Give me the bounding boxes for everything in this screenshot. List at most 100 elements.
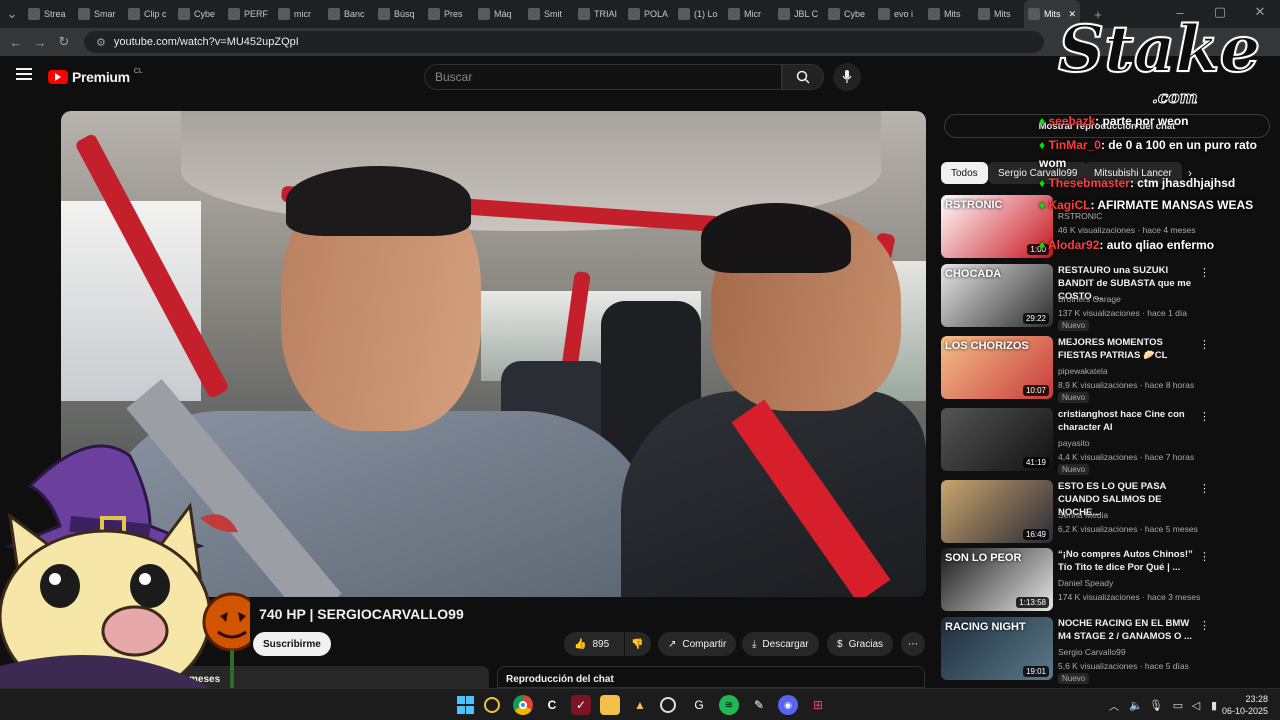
tab-search-icon[interactable]: ⌄ [0,2,24,26]
browser-tab[interactable]: micr [274,0,324,28]
more-options-icon[interactable]: ⋮ [1199,550,1210,563]
recommended-video[interactable]: RACING NIGHT 19:01 NOCHE RACING EN EL BMW … [941,617,1271,684]
channel-name[interactable]: pipewakatela [1058,366,1108,376]
app-icon[interactable]: ✓ [571,695,591,715]
video-thumbnail[interactable]: 16:49 [941,480,1053,543]
video-duration: 16:49 [1022,529,1049,540]
browser-tab[interactable]: Banc [324,0,374,28]
video-thumbnail[interactable]: RSTRONIC 1:00 [941,195,1053,258]
browser-tab[interactable]: Cybe [174,0,224,28]
speaker-tray-icon[interactable]: ◁ [1186,695,1206,715]
ccleaner-icon[interactable]: C [542,695,562,715]
forward-icon[interactable]: → [28,30,52,54]
youtube-logo[interactable]: Premium CL [48,68,143,85]
video-title[interactable]: NOCHE RACING EN EL BMW M4 STAGE 2 / GANA… [1058,617,1198,643]
mic-tray-icon[interactable]: 🎙 [1146,695,1166,715]
video-meta: 46 K visualizaciones · hace 4 meses [1058,225,1196,235]
channel-name[interactable]: Daniel Speady [1058,578,1113,588]
reload-icon[interactable]: ↻ [52,30,76,54]
file-explorer-icon[interactable] [600,695,620,715]
search-button[interactable] [782,64,824,90]
video-thumbnail[interactable]: 41:19 [941,408,1053,471]
recommended-video[interactable]: 41:19 cristianghost hace Cine con charact… [941,408,1271,475]
recommended-video[interactable]: CHOCADA 29:22 RESTAURO una SUZUKI BANDIT d… [941,264,1271,331]
browser-tab[interactable]: PERF [224,0,274,28]
video-thumbnail[interactable]: LOS CHORIZOS 10:07 [941,336,1053,399]
site-info-icon[interactable]: ⚙ [96,36,106,49]
recommended-video[interactable]: 16:49 ESTO ES LO QUE PASA CUANDO SALIMOS … [941,480,1271,544]
channel-name[interactable]: RSTRONIC [1058,211,1102,221]
volume-icon[interactable]: 🔈 [1126,695,1146,715]
shield-icon [828,8,840,20]
thanks-button[interactable]: $ Gracias [827,632,894,656]
google-icon [878,8,890,20]
channel-name[interactable]: payasito [1058,438,1090,448]
video-title[interactable]: “¡No compres Autos Chinos!” Tío Tito te … [1058,548,1198,574]
video-thumbnail[interactable]: CHOCADA 29:22 [941,264,1053,327]
browser-tab[interactable]: Mits [974,0,1024,28]
norton-icon[interactable] [484,697,500,713]
more-options-icon[interactable]: ⋮ [1199,266,1210,279]
tray-overflow-icon[interactable]: ︿ [1104,695,1124,715]
browser-tab[interactable]: evo i [874,0,924,28]
video-title[interactable]: MEJORES MOMENTOS FIESTAS PATRIAS 🥟CL [1058,336,1198,362]
voice-search-button[interactable] [833,63,861,91]
search-input[interactable]: Buscar [424,64,782,90]
chat-badge-icon: ♦ [1039,238,1046,252]
browser-tab[interactable]: Mits [924,0,974,28]
browser-tab[interactable]: Micr [724,0,774,28]
more-options-icon[interactable]: ⋮ [1199,482,1210,495]
chrome-icon[interactable] [513,695,533,715]
cat-witch-illustration [0,444,262,703]
browser-tab[interactable]: (1) Lo [674,0,724,28]
discord-icon[interactable]: ◉ [778,695,798,715]
more-options-icon[interactable]: ⋮ [1199,338,1210,351]
video-thumbnail[interactable]: SON LO PEOR 1:13:58 [941,548,1053,611]
chip-todos[interactable]: Todos [941,162,988,184]
address-bar[interactable]: ⚙ youtube.com/watch?v=MU452upZQpI [84,31,1044,53]
video-title-rest: 740 HP | SERGIOCARVALLO99 [259,606,464,622]
chat-replay-box[interactable]: Reproducción del chat [497,666,925,688]
chat-message: ♦ Alodar92: auto qliao enfermo [1039,238,1214,252]
windows-start-icon[interactable] [455,695,475,715]
video-meta: 174 K visualizaciones · hace 3 meses [1058,592,1201,602]
github-desktop-icon[interactable]: G [689,695,709,715]
app-icon-2[interactable]: ▲ [630,695,650,715]
spotify-icon[interactable]: ≋ [719,695,739,715]
browser-tab[interactable]: Cybe [824,0,874,28]
browser-tab[interactable]: Pres [424,0,474,28]
more-options-icon[interactable]: ⋮ [1199,410,1210,423]
browser-tab[interactable]: Búsq [374,0,424,28]
subscribe-button[interactable]: Suscribirme [253,632,331,656]
recommended-video[interactable]: LOS CHORIZOS 10:07 MEJORES MOMENTOS FIESTA… [941,336,1271,403]
app-icon-4[interactable]: ⊞ [808,695,828,715]
share-label: Compartir [682,638,727,650]
browser-tab[interactable]: POLA [624,0,674,28]
browser-tab[interactable]: Clip c [124,0,174,28]
dislike-button[interactable]: 👎 [625,632,651,656]
channel-name[interactable]: Sergio Carvallo99 [1058,647,1126,657]
browser-tab[interactable]: Strea [24,0,74,28]
download-button[interactable]: ⤓ Descargar [742,632,819,656]
video-thumbnail[interactable]: RACING NIGHT 19:01 [941,617,1053,680]
menu-icon[interactable] [16,68,32,80]
clock[interactable]: 23:28 06-10-2025 [1208,693,1268,717]
network-icon[interactable]: ▭ [1168,695,1188,715]
channel-name[interactable]: Senna Media [1058,510,1108,520]
tab-strip: Strea Smar Clip c Cybe PERF micr Banc Búsq Pres M… [24,0,1080,28]
recommended-video[interactable]: SON LO PEOR 1:13:58 “¡No compres Autos Chi… [941,548,1271,612]
browser-tab[interactable]: Smar [74,0,124,28]
channel-name[interactable]: Brothers Garage [1058,294,1121,304]
browser-tab[interactable]: TRIAI [574,0,624,28]
more-actions-button[interactable]: ⋯ [901,632,925,656]
back-icon[interactable]: ← [4,30,28,54]
more-options-icon[interactable]: ⋮ [1199,619,1210,632]
share-button[interactable]: ↗ Compartir [658,632,737,656]
like-button[interactable]: 👍 895 [564,632,624,656]
browser-tab[interactable]: Smit [524,0,574,28]
browser-tab[interactable]: JBL C [774,0,824,28]
browser-tab[interactable]: Máq [474,0,524,28]
video-title[interactable]: cristianghost hace Cine con character AI [1058,408,1198,434]
obs-icon[interactable] [660,697,676,713]
app-icon-3[interactable]: ✎ [749,695,769,715]
